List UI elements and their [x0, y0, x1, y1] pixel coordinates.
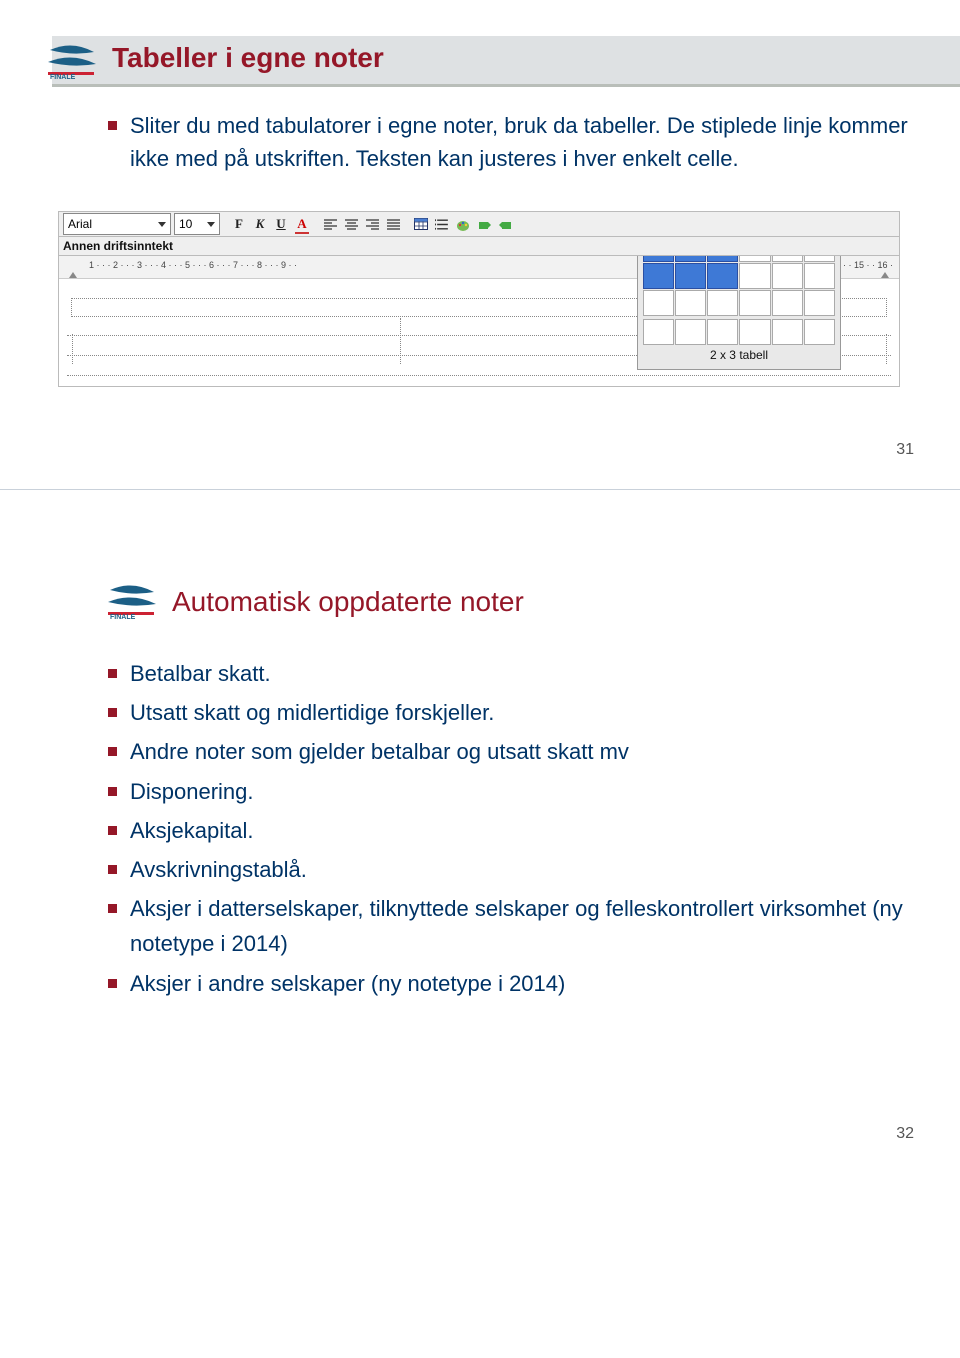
slide-1: FINALE Tabeller i egne noter Sliter du m… [0, 0, 960, 490]
table-picker-cell[interactable] [772, 319, 803, 345]
table-picker-cell[interactable] [804, 319, 835, 345]
align-left-button[interactable] [321, 215, 339, 233]
slide-title-bar: FINALE Tabeller i egne noter [52, 36, 960, 84]
table-picker-cell[interactable] [804, 290, 835, 316]
table-picker-cell[interactable] [739, 256, 770, 262]
table-picker-cell[interactable] [707, 256, 738, 262]
table-picker-cell[interactable] [675, 263, 706, 289]
font-size: 10 [179, 217, 192, 231]
align-justify-button[interactable] [384, 215, 402, 233]
table-picker-cell[interactable] [804, 256, 835, 262]
table-picker-cell[interactable] [643, 256, 674, 262]
page-number: 31 [0, 387, 960, 475]
list-item: Avskrivningstablå. [108, 852, 920, 887]
table-guide [67, 374, 891, 376]
font-size-select[interactable]: 10 [174, 213, 220, 235]
ruler-indent-left-icon [69, 270, 77, 276]
table-picker-cell[interactable] [772, 256, 803, 262]
bullet-list-1: Sliter du med tabulatorer i egne noter, … [108, 109, 960, 175]
table-picker-cell[interactable] [643, 319, 674, 345]
table-picker-cell[interactable] [643, 263, 674, 289]
title-underline [52, 84, 960, 87]
list-item: Sliter du med tabulatorer i egne noter, … [108, 109, 920, 175]
format-toolbar: Arial 10 F K U A [58, 211, 900, 237]
list-item: Aksjer i andre selskaper (ny notetype i … [108, 966, 920, 1001]
list-item: Andre noter som gjelder betalbar og utsa… [108, 734, 920, 769]
page-number: 32 [0, 1005, 960, 1173]
font-name: Arial [68, 217, 92, 231]
list-item: Aksjer i datterselskaper, tilknyttede se… [108, 891, 920, 961]
table-guide [71, 334, 73, 364]
table-picker-cell[interactable] [675, 290, 706, 316]
list-button[interactable] [433, 215, 451, 233]
table-picker-cell[interactable] [675, 256, 706, 262]
tag-green-button[interactable] [475, 215, 493, 233]
insert-table-button[interactable] [412, 215, 430, 233]
slide-2-title: Automatisk oppdaterte noter [172, 586, 524, 618]
bullet-list-2: Betalbar skatt. Utsatt skatt og midlerti… [108, 656, 960, 1001]
table-picker-cell[interactable] [643, 290, 674, 316]
ruler-indent-right-icon [881, 270, 889, 276]
table-picker-cell[interactable] [675, 319, 706, 345]
list-item: Betalbar skatt. [108, 656, 920, 691]
editor-subtitle-text: Annen driftsinntekt [63, 239, 173, 253]
bold-button[interactable]: F [230, 215, 248, 233]
font-select[interactable]: Arial [63, 213, 171, 235]
slide-title: Tabeller i egne noter [112, 42, 384, 74]
svg-text:FINALE: FINALE [110, 614, 136, 620]
chevron-down-icon [158, 222, 166, 227]
ruler-marks-right: · · 15 · · 16 · [843, 260, 893, 270]
list-item: Aksjekapital. [108, 813, 920, 848]
table-picker-cell[interactable] [772, 290, 803, 316]
font-color-button[interactable]: A [293, 215, 311, 233]
editor-toolbar-embed: Arial 10 F K U A [58, 211, 900, 387]
tag-green-alt-button[interactable] [496, 215, 514, 233]
table-picker-label: 2 x 3 tabell [643, 345, 835, 364]
list-item: Utsatt skatt og midlertidige forskjeller… [108, 695, 920, 730]
editor-subtitle: Annen driftsinntekt [58, 237, 900, 256]
slide-2: FINALE Automatisk oppdaterte noter Betal… [0, 490, 960, 1203]
svg-text:FINALE: FINALE [50, 74, 76, 80]
table-picker-cell[interactable] [804, 263, 835, 289]
chevron-down-icon [207, 222, 215, 227]
table-picker-cell[interactable] [739, 290, 770, 316]
table-picker-cell[interactable] [707, 290, 738, 316]
table-guide [885, 334, 887, 364]
table-picker-cell[interactable] [772, 263, 803, 289]
underline-button[interactable]: U [272, 215, 290, 233]
table-picker-cell[interactable] [739, 319, 770, 345]
finale-logo-icon: FINALE [102, 584, 160, 620]
editor-body: 1 · · · 2 · · · 3 · · · 4 · · · 5 · · · … [58, 256, 900, 387]
table-guide [399, 318, 401, 364]
ruler-marks-left: 1 · · · 2 · · · 3 · · · 4 · · · 5 · · · … [89, 260, 297, 270]
table-picker-cell[interactable] [739, 263, 770, 289]
align-right-button[interactable] [363, 215, 381, 233]
finale-logo-icon: FINALE [42, 44, 100, 80]
table-picker-popover: 2 x 3 tabell [637, 256, 841, 370]
table-picker-cell[interactable] [707, 263, 738, 289]
list-item: Disponering. [108, 774, 920, 809]
slide-2-header: FINALE Automatisk oppdaterte noter [102, 584, 960, 620]
paint-button[interactable] [454, 215, 472, 233]
align-center-button[interactable] [342, 215, 360, 233]
italic-button[interactable]: K [251, 215, 269, 233]
table-picker-cell[interactable] [707, 319, 738, 345]
